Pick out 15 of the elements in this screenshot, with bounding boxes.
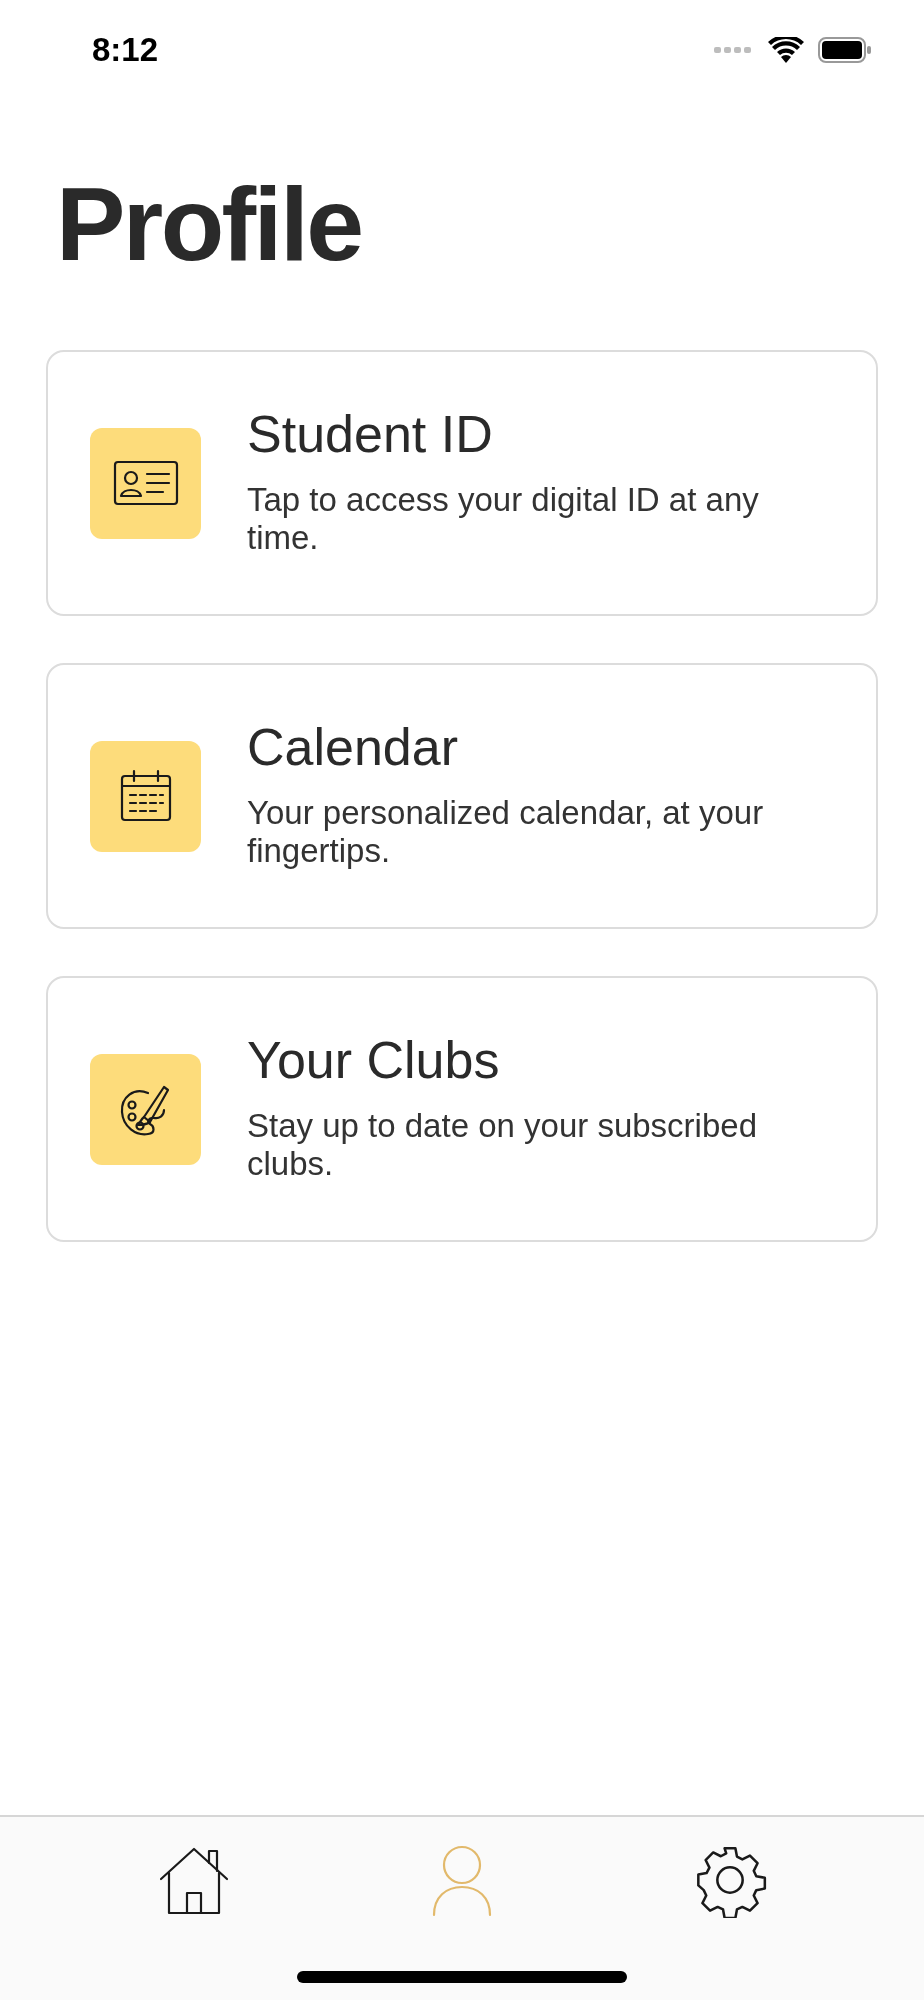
profile-card[interactable]: Calendar Your personalized calendar, at your fingertips. — [46, 663, 878, 929]
card-title: Calendar — [247, 716, 460, 778]
id-card-icon — [112, 460, 179, 506]
card-description: Your personalized calendar, at your fingertips. — [247, 793, 765, 870]
profile-card[interactable]: Your Clubs Stay up to date on your subscribed clubs. — [46, 976, 878, 1242]
card-description: Tap to access your digital ID at any time. — [247, 480, 760, 557]
profile-card[interactable]: Student ID Tap to access your digital ID at any time. — [46, 350, 878, 616]
page-title: Profile — [56, 172, 363, 276]
wifi-icon — [768, 37, 804, 63]
battery-icon — [818, 37, 872, 63]
card-title: Student ID — [247, 403, 494, 465]
card-title: Your Clubs — [247, 1029, 501, 1091]
signal-icon — [714, 46, 754, 54]
card-description: Stay up to date on your subscribed clubs. — [247, 1106, 758, 1183]
status-time: 8:12 — [92, 30, 159, 71]
